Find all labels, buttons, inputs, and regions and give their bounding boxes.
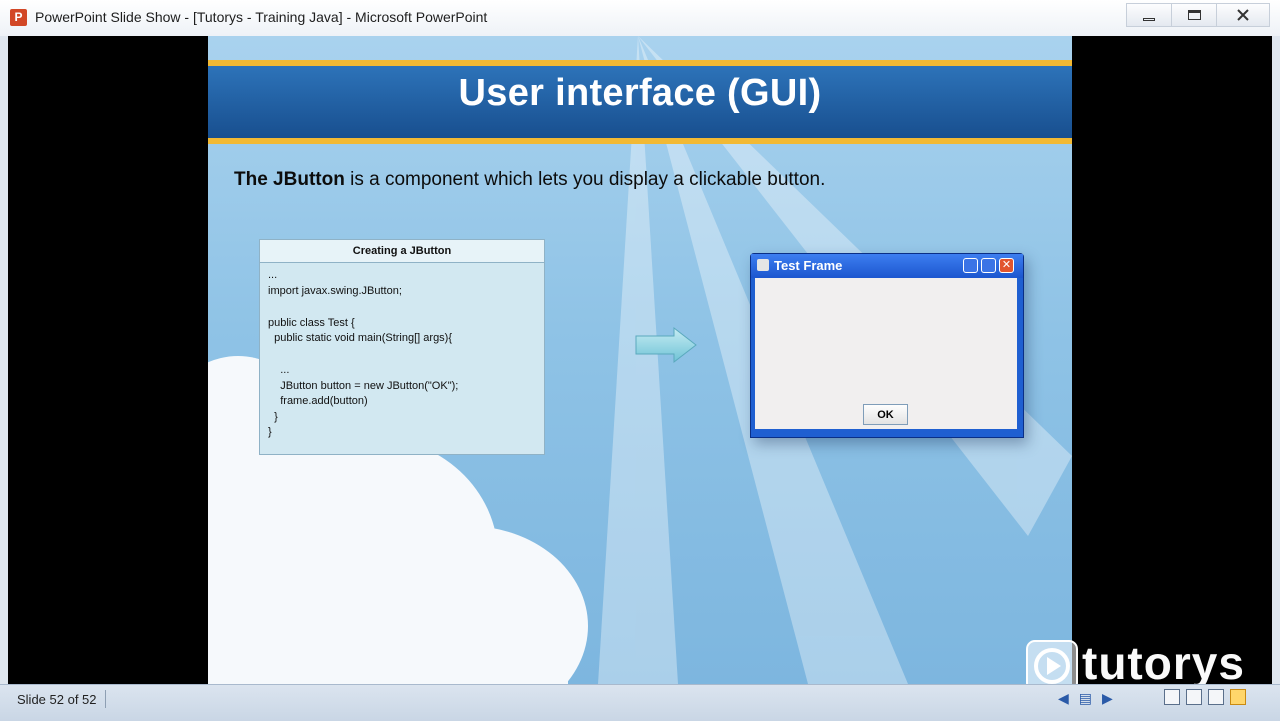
- close-button[interactable]: [1217, 3, 1270, 27]
- slide-show-area[interactable]: User interface (GUI) The JButton is a co…: [8, 36, 1272, 684]
- window-title: PowerPoint Slide Show - [Tutorys - Train…: [35, 9, 488, 25]
- next-slide-icon[interactable]: ▶: [1102, 690, 1113, 707]
- previous-slide-icon[interactable]: ◀: [1058, 690, 1069, 707]
- slide[interactable]: User interface (GUI) The JButton is a co…: [208, 36, 1072, 684]
- code-line: }: [268, 411, 278, 423]
- minimize-button[interactable]: [1126, 3, 1172, 27]
- status-bar: Slide 52 of 52 ◀ ▤ ▶: [0, 684, 1280, 721]
- slide-counter: Slide 52 of 52: [17, 692, 97, 707]
- right-arrow-icon: [635, 326, 697, 364]
- intro-bold-term: The JButton: [234, 169, 345, 190]
- test-frame-window[interactable]: Test Frame ✕ OK: [750, 253, 1024, 438]
- slide-intro-text: The JButton is a component which lets yo…: [234, 169, 825, 191]
- close-icon: [1237, 9, 1249, 21]
- intro-description: is a component which lets you display a …: [344, 169, 826, 190]
- test-frame-title: Test Frame: [774, 258, 843, 273]
- code-line: public static void main(String[] args){: [268, 332, 453, 344]
- test-frame-close-button[interactable]: ✕: [999, 258, 1014, 273]
- code-line: import javax.swing.JButton;: [268, 285, 402, 297]
- code-line: ...: [268, 364, 290, 376]
- maximize-button[interactable]: [1172, 3, 1217, 27]
- window-controls: [1126, 3, 1270, 27]
- window-title-bar: P PowerPoint Slide Show - [Tutorys - Tra…: [0, 0, 1280, 36]
- normal-view-icon[interactable]: [1164, 689, 1180, 705]
- slide-sorter-view-icon[interactable]: [1186, 689, 1202, 705]
- slide-show-view-icon[interactable]: [1230, 689, 1246, 705]
- powerpoint-app-icon: P: [10, 9, 27, 26]
- test-frame-maximize-button[interactable]: [981, 258, 996, 273]
- code-line: public class Test {: [268, 317, 355, 329]
- slide-navigation: ◀ ▤ ▶: [1058, 690, 1113, 707]
- test-frame-content: OK: [755, 278, 1017, 429]
- slide-menu-icon[interactable]: ▤: [1079, 690, 1092, 707]
- code-line: JButton button = new JButton("OK");: [268, 380, 459, 392]
- java-app-icon: [757, 259, 769, 271]
- ok-button[interactable]: OK: [863, 404, 908, 425]
- code-line: }: [268, 426, 272, 438]
- maximize-icon: [1187, 10, 1201, 20]
- tutorys-logo-text: tutorys: [1082, 637, 1245, 689]
- code-example-box: Creating a JButton ... import javax.swin…: [259, 239, 545, 455]
- slide-title: User interface (GUI): [458, 72, 822, 114]
- view-buttons: [1164, 689, 1246, 705]
- code-line: frame.add(button): [268, 395, 368, 407]
- minimize-icon: [1143, 17, 1155, 21]
- reading-view-icon[interactable]: [1208, 689, 1224, 705]
- code-box-header: Creating a JButton: [260, 240, 544, 263]
- code-line: ...: [268, 269, 278, 281]
- test-frame-minimize-button[interactable]: [963, 258, 978, 273]
- test-frame-title-bar: Test Frame ✕: [751, 254, 1023, 278]
- status-separator: [105, 690, 106, 708]
